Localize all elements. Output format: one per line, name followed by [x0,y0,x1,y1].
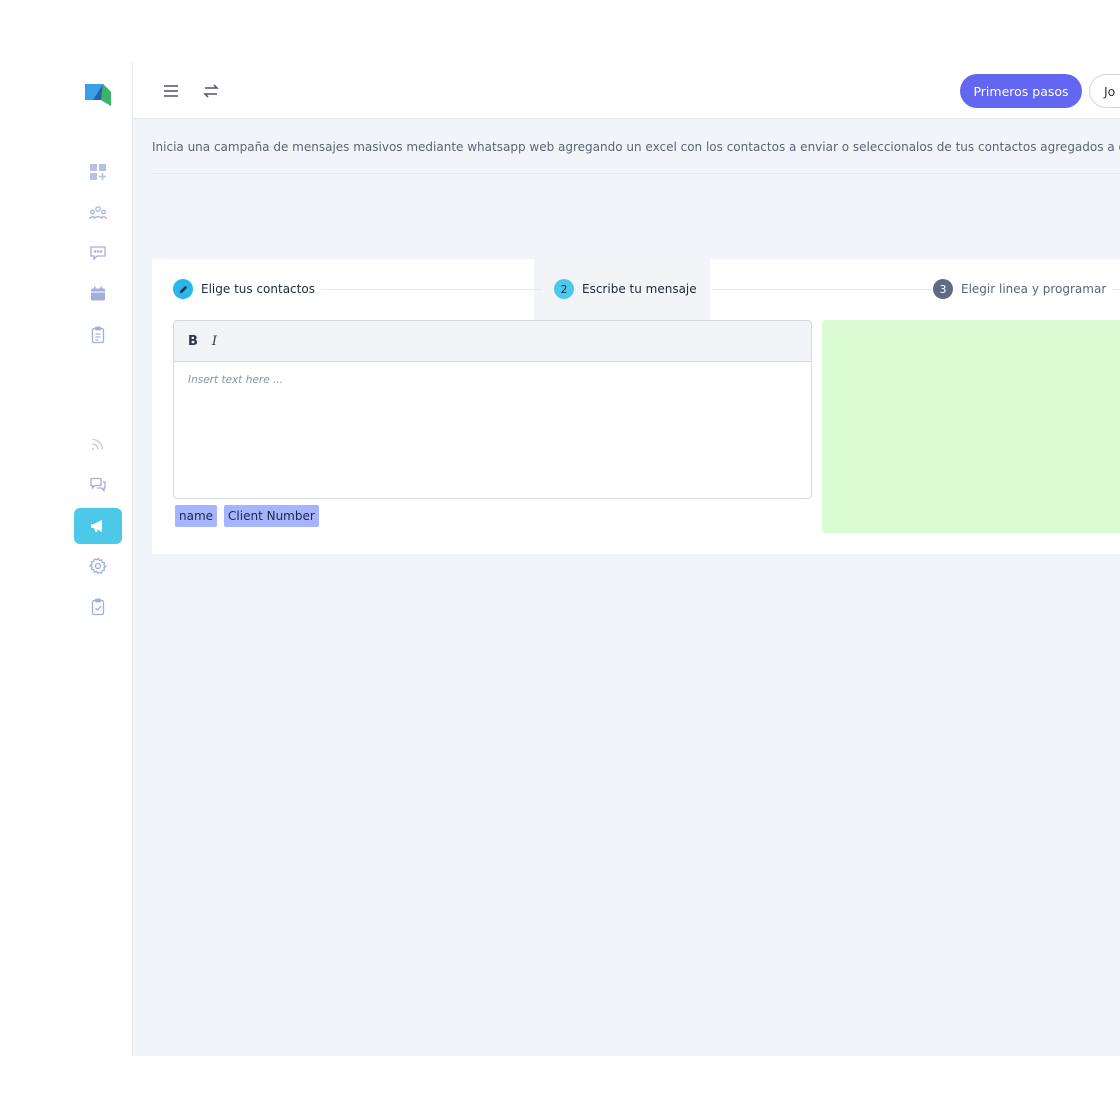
step-elige-contactos[interactable]: Elige tus contactos [173,278,321,300]
nav-clipboard[interactable] [74,317,122,353]
variable-tags: name Client Number [175,505,319,527]
page-description: Inicia una campaña de mensajes masivos m… [152,140,1120,154]
nav-conversations[interactable] [74,467,122,503]
user-menu-button[interactable]: Jo [1089,74,1120,108]
message-text-area[interactable]: Insert text here ... [174,362,811,398]
nav-rss[interactable] [74,426,122,462]
swap-arrows-icon[interactable] [201,81,221,101]
nav-tasks[interactable] [74,589,122,625]
topbar: Primeros pasos Jo [133,62,1120,119]
editor-toolbar: B I [174,321,811,362]
nav-chat[interactable] [74,235,122,271]
message-preview-panel [822,320,1120,533]
nav-settings[interactable] [74,548,122,584]
message-editor: B I Insert text here ... [173,320,812,499]
italic-button[interactable]: I [212,334,217,349]
users-icon [89,206,107,220]
app-shell: Primeros pasos Jo Inicia una campaña de … [0,62,1120,1056]
nav-calendar[interactable] [74,276,122,312]
clipboard-list-icon [91,326,105,344]
divider [152,173,1120,174]
stepper-connector [312,289,542,290]
sidebar [0,62,133,1056]
settings-gear-icon [89,557,107,575]
primeros-pasos-button[interactable]: Primeros pasos [960,74,1082,108]
step-label: Elegir linea y programar [961,282,1107,296]
campaign-wizard-card: Elige tus contactos 2 Escribe tu mensaje… [152,259,1120,554]
step-label: Escribe tu mensaje [582,282,697,296]
calendar-icon [91,286,105,301]
nav-campaigns[interactable] [74,508,122,544]
nav-dashboard-add[interactable] [74,154,122,190]
tag-name[interactable]: name [175,505,218,527]
nav-users[interactable] [74,195,122,231]
digybot-logo[interactable] [85,84,111,106]
rss-icon [92,438,104,450]
step-number: 2 [554,279,574,299]
hamburger-menu-icon[interactable] [161,81,181,101]
conversations-icon [90,477,106,493]
bold-button[interactable]: B [188,334,198,349]
main-content: Primeros pasos Jo Inicia una campaña de … [133,62,1120,1056]
step-label: Elige tus contactos [201,282,315,296]
step-elegir-linea[interactable]: 3 Elegir linea y programar [933,278,1113,300]
megaphone-icon [91,520,102,532]
clipboard-check-icon [91,598,105,616]
step-escribe-mensaje[interactable]: 2 Escribe tu mensaje [554,278,703,300]
tag-client-number[interactable]: Client Number [224,505,319,527]
dashboard-add-icon [90,164,106,180]
stepper-connector [712,289,932,290]
pencil-icon [173,279,193,299]
chat-bubble-icon [90,246,106,261]
step-number: 3 [933,279,953,299]
